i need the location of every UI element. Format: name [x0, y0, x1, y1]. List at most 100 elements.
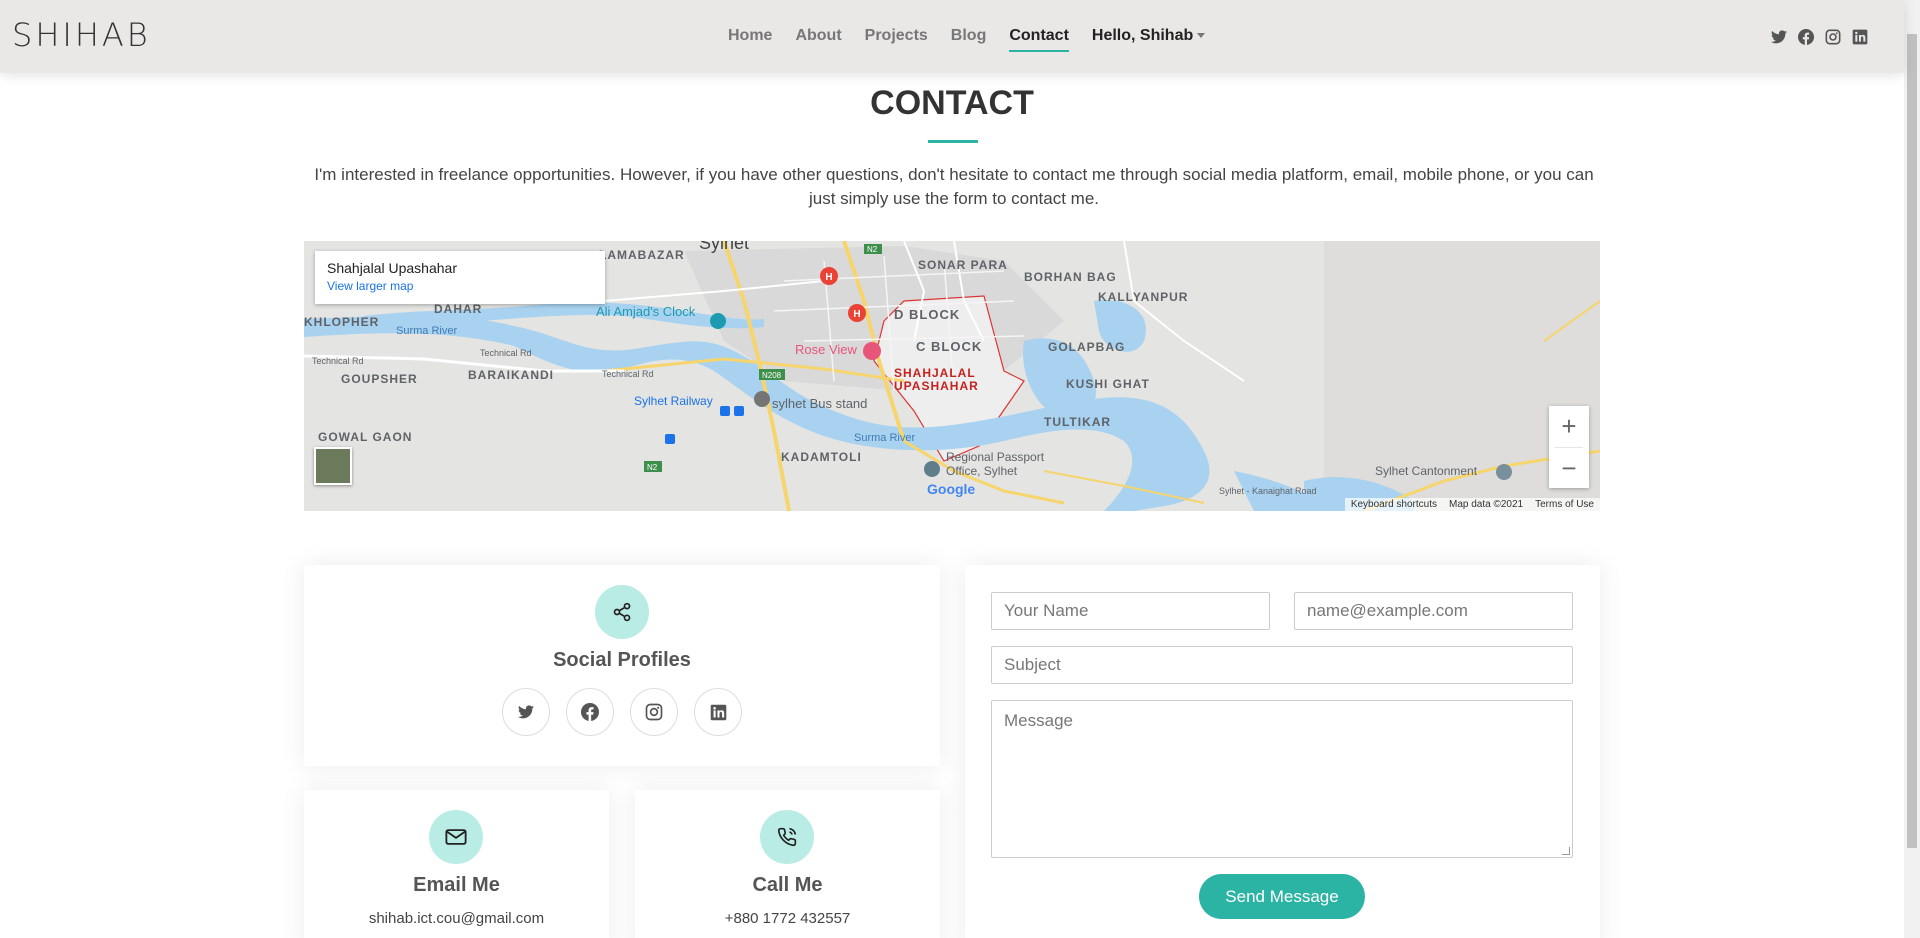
svg-text:N2: N2 [647, 463, 658, 472]
share-icon [595, 585, 649, 639]
phone-number[interactable]: +880 1772 432557 [635, 910, 940, 927]
mail-icon [429, 810, 483, 864]
send-message-button[interactable]: Send Message [1199, 874, 1365, 919]
svg-text:SONAR PARA: SONAR PARA [918, 258, 1008, 272]
email-card-title: Email Me [413, 874, 500, 896]
facebook-icon[interactable] [1797, 28, 1814, 45]
facebook-icon[interactable] [566, 688, 614, 736]
linkedin-icon[interactable] [1851, 28, 1868, 45]
svg-text:Ali Amjad's Clock: Ali Amjad's Clock [596, 304, 696, 319]
zoom-out-button[interactable]: − [1549, 448, 1589, 489]
svg-text:BORHAN BAG: BORHAN BAG [1024, 270, 1117, 284]
instagram-icon[interactable] [1824, 28, 1841, 45]
svg-text:Technical Rd: Technical Rd [312, 356, 364, 366]
bus-stand-marker [754, 391, 770, 407]
svg-text:Sylhet Railway: Sylhet Railway [634, 394, 713, 408]
hospital-marker: H [848, 304, 866, 322]
nav-blog[interactable]: Blog [951, 27, 987, 45]
embedded-map[interactable]: H H Sylhet LAMABAZAR SONAR PARA BORHAN B… [304, 241, 1600, 511]
google-logo: Google [927, 481, 976, 497]
svg-text:Technical Rd: Technical Rd [602, 369, 654, 379]
hospital-marker: H [820, 267, 838, 285]
svg-text:BARAIKANDI: BARAIKANDI [468, 368, 554, 382]
map-footer: Keyboard shortcuts Map data ©2021 Terms … [1344, 498, 1600, 511]
svg-text:GOUPSHER: GOUPSHER [341, 372, 418, 386]
svg-text:H: H [853, 309, 860, 320]
svg-text:GOLAPBAG: GOLAPBAG [1048, 340, 1125, 354]
twitter-icon[interactable] [1770, 28, 1787, 45]
instagram-icon[interactable] [630, 688, 678, 736]
svg-text:Rose View: Rose View [795, 342, 858, 357]
twitter-icon[interactable] [502, 688, 550, 736]
nav-home[interactable]: Home [728, 27, 772, 45]
contact-form: Your Name name@example.com Subject Messa… [965, 565, 1600, 938]
svg-text:KUSHI GHAT: KUSHI GHAT [1066, 377, 1150, 391]
svg-text:KALLYANPUR: KALLYANPUR [1098, 290, 1188, 304]
page-scrollbar[interactable] [1904, 0, 1920, 938]
subject-field[interactable]: Subject [991, 646, 1573, 684]
svg-text:Surma River: Surma River [396, 325, 457, 337]
cantonment-marker [1496, 464, 1512, 480]
title-underline [928, 140, 978, 143]
svg-text:H: H [825, 272, 832, 283]
header-social-links [1770, 28, 1868, 45]
social-profile-links [502, 688, 742, 736]
svg-text:LAMABAZAR: LAMABAZAR [599, 248, 685, 262]
user-menu[interactable]: Hello, Shihab [1091, 27, 1206, 45]
view-larger-map-link[interactable]: View larger map [327, 279, 593, 293]
keyboard-shortcuts-link[interactable]: Keyboard shortcuts [1351, 499, 1437, 510]
svg-text:D BLOCK: D BLOCK [894, 307, 960, 322]
contact-intro: I'm interested in freelance opportunitie… [314, 165, 1594, 208]
social-profiles-card: Social Profiles [304, 565, 940, 766]
svg-text:N2: N2 [867, 245, 878, 254]
zoom-in-button[interactable]: + [1549, 406, 1589, 447]
svg-text:DAHAR: DAHAR [434, 302, 482, 316]
svg-text:Office, Sylhet: Office, Sylhet [946, 464, 1018, 478]
user-menu-label: Hello, Shihab [1091, 27, 1194, 44]
svg-text:Surma River: Surma River [854, 432, 915, 444]
message-placeholder: Message [1004, 711, 1073, 730]
svg-text:sylhet Bus stand: sylhet Bus stand [772, 396, 867, 411]
svg-text:KHLOPHER: KHLOPHER [304, 315, 379, 329]
name-field[interactable]: Your Name [991, 592, 1270, 630]
linkedin-icon[interactable] [694, 688, 742, 736]
map-place-name: Shahjalal Upashahar [327, 260, 457, 276]
nav-about[interactable]: About [795, 27, 841, 45]
svg-text:TULTIKAR: TULTIKAR [1044, 415, 1111, 429]
page-title: CONTACT [870, 84, 1034, 122]
scrollbar-thumb[interactable] [1907, 34, 1917, 848]
email-card: Email Me shihab.ict.cou@gmail.com [304, 790, 609, 938]
caret-down-icon [1197, 33, 1206, 39]
svg-text:Regional Passport: Regional Passport [946, 450, 1045, 464]
satellite-toggle[interactable] [314, 447, 352, 485]
message-field[interactable]: Message [991, 700, 1573, 858]
svg-text:KADAMTOLI: KADAMTOLI [781, 450, 862, 464]
svg-text:SHAHJALAL: SHAHJALAL [894, 366, 976, 380]
clock-marker [710, 313, 726, 329]
nav-projects[interactable]: Projects [865, 27, 928, 45]
social-profiles-title: Social Profiles [553, 649, 691, 671]
svg-text:N208: N208 [762, 371, 782, 380]
resize-handle[interactable] [1562, 847, 1570, 855]
map-label-sylhet: Sylhet [699, 241, 749, 253]
call-card: Call Me +880 1772 432557 [635, 790, 940, 938]
map-data-label: Map data ©2021 [1449, 499, 1524, 510]
map-zoom-controls: + − [1549, 406, 1589, 488]
svg-text:UPASHAHAR: UPASHAHAR [894, 379, 979, 393]
map-place-card: Shahjalal Upashahar View larger map [315, 251, 605, 304]
svg-text:GOWAL GAON: GOWAL GAON [318, 430, 412, 444]
nav-contact[interactable]: Contact [1009, 27, 1069, 52]
email-field[interactable]: name@example.com [1294, 592, 1573, 630]
site-header: SHIHAB Home About Projects Blog Contact … [0, 0, 1904, 73]
email-address[interactable]: shihab.ict.cou@gmail.com [304, 910, 609, 927]
terms-of-use-link[interactable]: Terms of Use [1535, 499, 1594, 510]
phone-call-icon [760, 810, 814, 864]
svg-text:C BLOCK: C BLOCK [916, 339, 982, 354]
svg-text:Sylhet - Kanaighat Road: Sylhet - Kanaighat Road [1219, 486, 1317, 496]
svg-text:Sylhet Cantonment: Sylhet Cantonment [1375, 464, 1478, 478]
site-logo[interactable]: SHIHAB [12, 16, 151, 54]
hotel-marker [863, 342, 881, 360]
main-nav: Home About Projects Blog Contact Hello, … [728, 27, 1228, 52]
call-card-title: Call Me [752, 874, 823, 896]
passport-office-marker [924, 461, 940, 477]
